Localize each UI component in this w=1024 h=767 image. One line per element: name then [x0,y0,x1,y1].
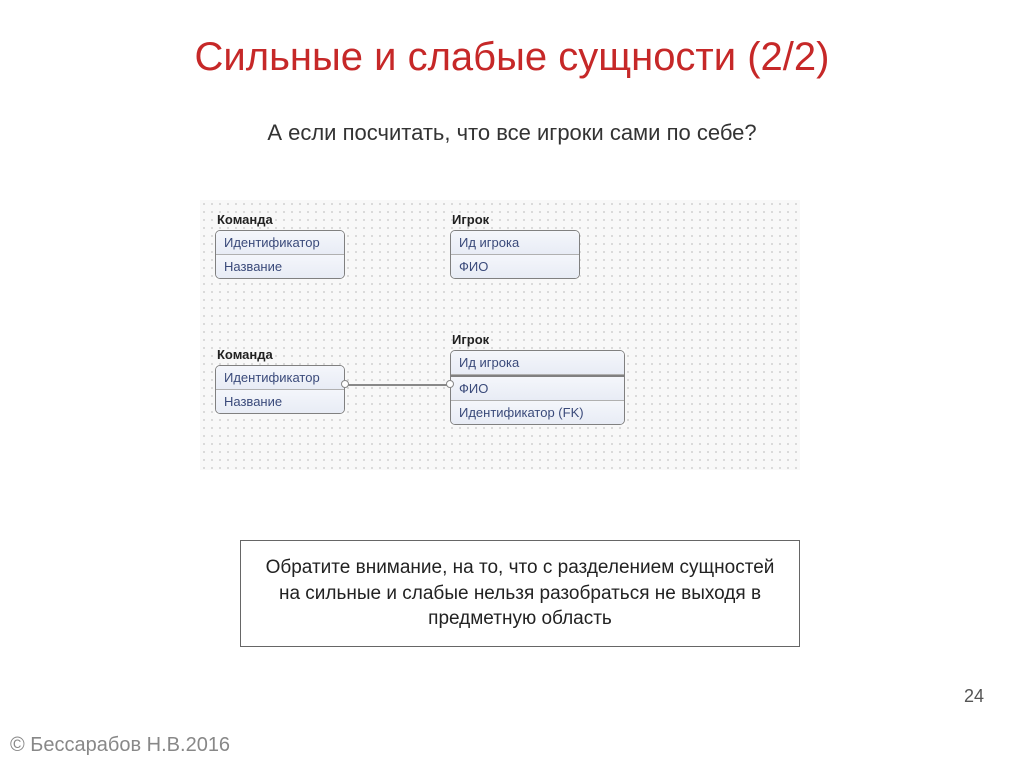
entity-attribute: Ид игрока [451,351,624,375]
entity-attribute: Ид игрока [451,231,579,255]
entity-title: Команда [217,347,273,362]
note-box: Обратите внимание, на то, что с разделен… [240,540,800,647]
entity-title: Команда [217,212,273,227]
entity-player-1: Игрок Ид игрока ФИО [450,230,580,279]
entity-attribute: ФИО [451,255,579,278]
entity-team-1: Команда Идентификатор Название [215,230,345,279]
copyright: © Бессарабов Н.В.2016 [10,734,230,757]
slide-subtitle: А если посчитать, что все игроки сами по… [0,120,1024,146]
entity-player-2: Игрок Ид игрока ФИО Идентификатор (FK) [450,350,625,425]
slide-title: Сильные и слабые сущности (2/2) [0,0,1024,80]
entity-title: Игрок [452,332,489,347]
page-number: 24 [964,686,984,707]
entity-team-2: Команда Идентификатор Название [215,365,345,414]
entity-attribute: Идентификатор [216,366,344,390]
entity-attribute: Идентификатор [216,231,344,255]
relationship-connector [345,384,450,386]
entity-attribute: Название [216,255,344,278]
entity-attribute: Название [216,390,344,413]
entity-attribute: ФИО [451,377,624,401]
er-diagram: Команда Идентификатор Название Игрок Ид … [200,200,800,470]
entity-attribute: Идентификатор (FK) [451,401,624,424]
connector-endpoint [341,380,349,388]
connector-endpoint [446,380,454,388]
entity-title: Игрок [452,212,489,227]
